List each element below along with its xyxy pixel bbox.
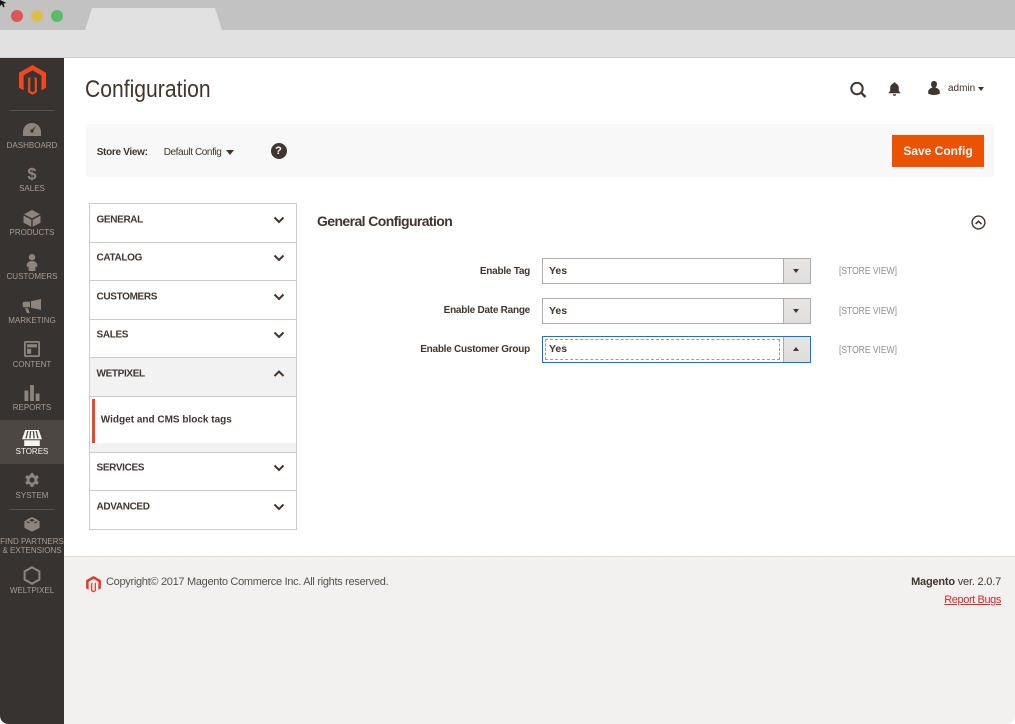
svg-text:$: $ bbox=[27, 166, 36, 182]
